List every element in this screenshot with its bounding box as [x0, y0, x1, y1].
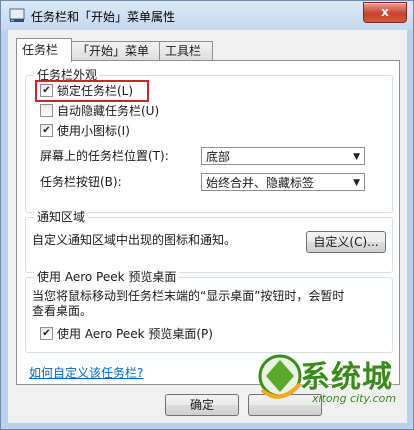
auto-hide-checkbox[interactable]: 自动隐藏任务栏(U)	[40, 103, 159, 119]
buttons-value: 始终合并、隐藏标签	[206, 176, 315, 190]
auto-hide-label: 自动隐藏任务栏(U)	[57, 104, 160, 118]
buttons-dropdown[interactable]: 始终合并、隐藏标签 ▼	[201, 173, 365, 191]
location-label: 屏幕上的任务栏位置(T):	[40, 149, 169, 163]
auto-hide-check-box[interactable]	[40, 104, 53, 117]
aero-peek-check-box[interactable]: ✔	[40, 327, 53, 340]
chevron-down-icon: ▼	[353, 178, 360, 188]
aero-peek-description-line1: 当您将鼠标移动到任务栏末端的“显示桌面”按钮时，会暂时	[32, 289, 345, 303]
watermark-logo-icon	[258, 354, 302, 399]
location-dropdown[interactable]: 底部 ▼	[201, 147, 365, 165]
close-button[interactable]: x	[363, 2, 407, 23]
buttons-label: 任务栏按钮(B):	[40, 175, 122, 189]
small-icons-label: 使用小图标(I)	[57, 124, 130, 138]
highlight-box	[35, 80, 149, 102]
notification-group: 通知区域 自定义通知区域中出现的图标和通知。 自定义(C)...	[25, 210, 393, 273]
aero-peek-label: 使用 Aero Peek 预览桌面(P)	[57, 327, 213, 341]
watermark-domain: xitong city.com	[312, 392, 397, 405]
notification-group-label: 通知区域	[34, 210, 89, 224]
location-value: 底部	[206, 150, 231, 164]
ok-button[interactable]: 确定	[165, 394, 239, 416]
watermark-text: 系统城	[300, 360, 393, 395]
tab-start-menu[interactable]: 「开始」菜单	[71, 41, 161, 61]
tab-toolbars[interactable]: 工具栏	[159, 41, 213, 61]
notification-description: 自定义通知区域中出现的图标和通知。	[32, 233, 237, 247]
aero-peek-group: 使用 Aero Peek 预览桌面 当您将鼠标移动到任务栏末端的“显示桌面”按钮…	[25, 270, 393, 353]
title-bar[interactable]: 任务栏和「开始」菜单属性 x	[1, 1, 413, 30]
watermark: 系统城 xitong city.com	[252, 348, 412, 428]
customize-notification-button[interactable]: 自定义(C)...	[306, 231, 386, 253]
small-icons-checkbox[interactable]: ✔ 使用小图标(I)	[40, 123, 130, 139]
window-title: 任务栏和「开始」菜单属性	[31, 10, 176, 24]
tab-panel-taskbar: 任务栏外观 ✔ 锁定任务栏(L) 自动隐藏任务栏(U) ✔ 使用小图标(I) 屏幕上…	[16, 60, 400, 385]
aero-peek-checkbox[interactable]: ✔ 使用 Aero Peek 预览桌面(P)	[40, 326, 213, 342]
aero-peek-description-line2: 查看桌面。	[32, 304, 93, 318]
chevron-down-icon: ▼	[353, 152, 360, 162]
aero-peek-group-label: 使用 Aero Peek 预览桌面	[34, 270, 180, 284]
small-icons-check-box[interactable]: ✔	[40, 124, 53, 137]
close-icon: x	[381, 5, 389, 19]
help-link[interactable]: 如何自定义该任务栏?	[29, 364, 143, 381]
taskbar-properties-icon	[9, 7, 25, 23]
tab-taskbar[interactable]: 任务栏	[16, 38, 72, 62]
